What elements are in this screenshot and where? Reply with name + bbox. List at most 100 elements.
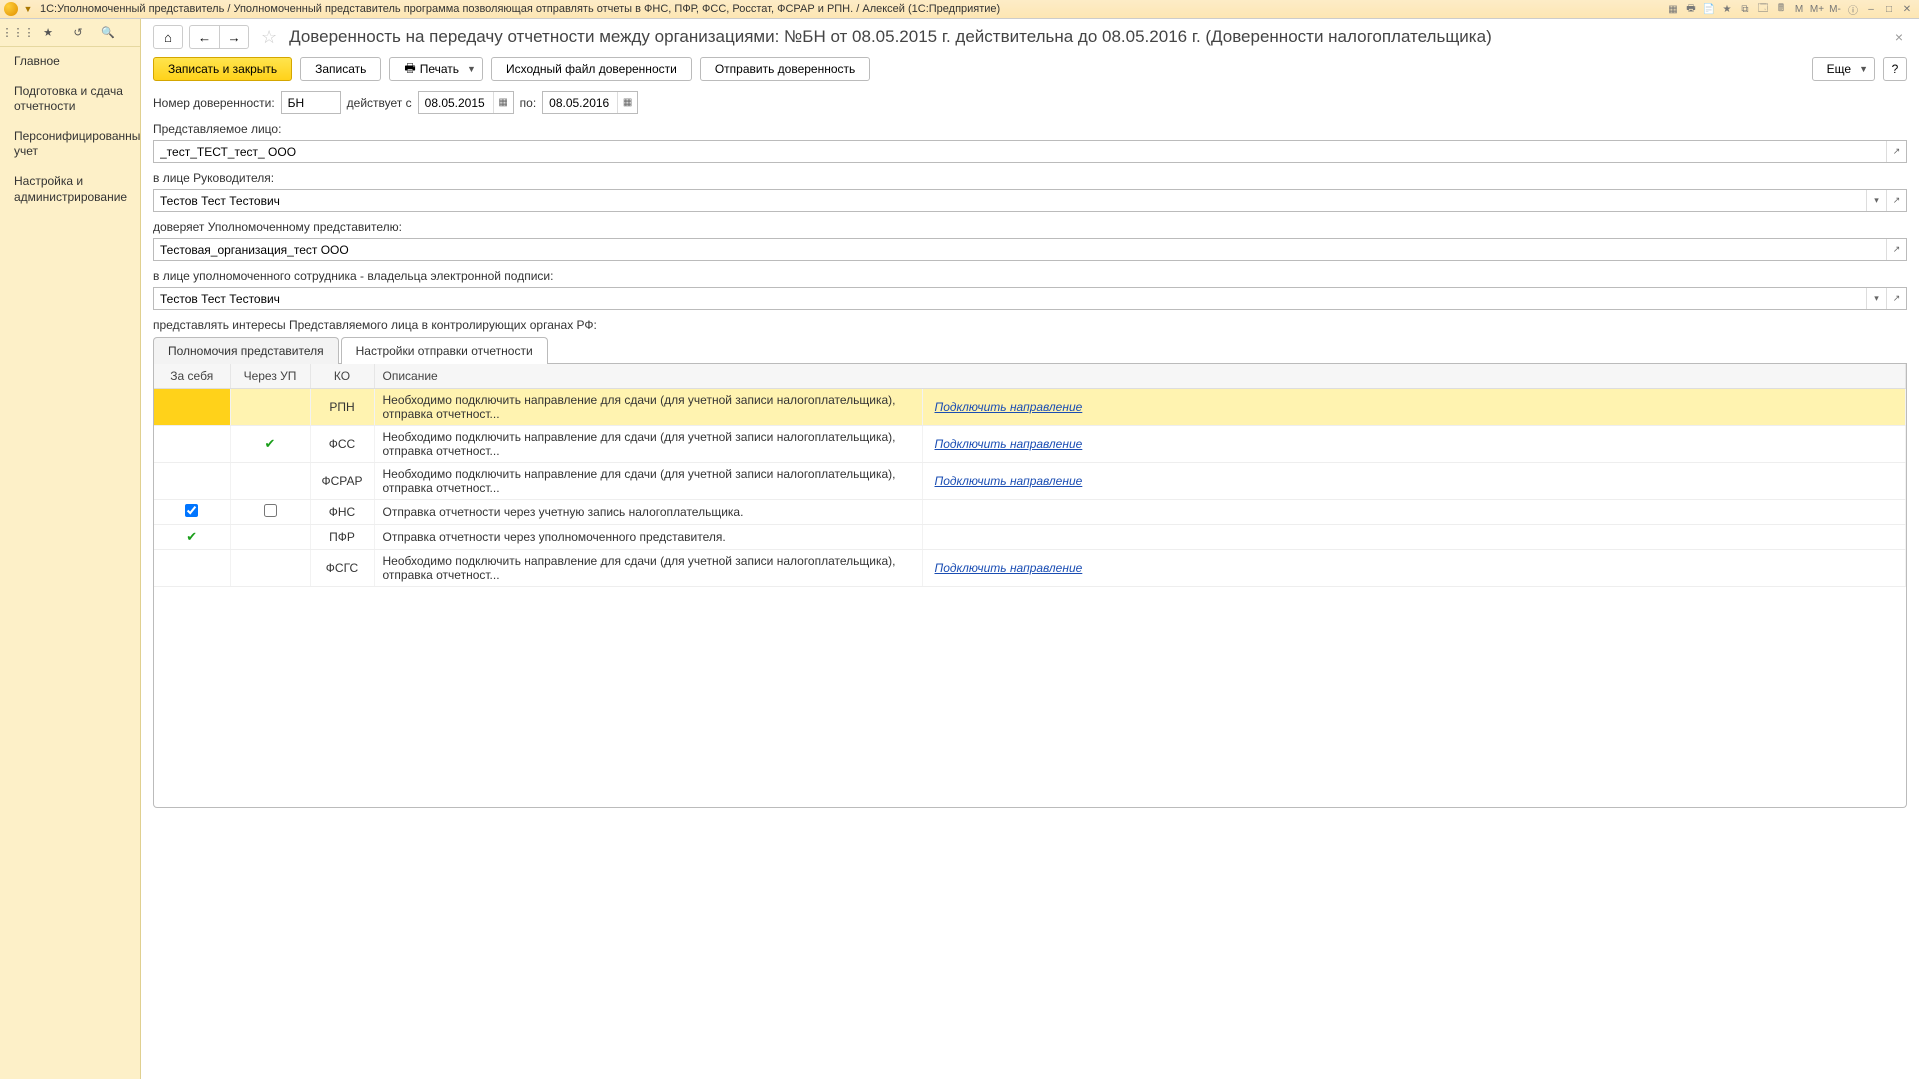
cell-via[interactable] (230, 525, 310, 550)
cell-via[interactable] (230, 500, 310, 525)
cell-action (922, 500, 1906, 525)
tb-icon-1[interactable]: ▦ (1665, 2, 1681, 16)
open-icon[interactable]: ↗ (1886, 288, 1906, 309)
cell-self[interactable] (154, 389, 230, 426)
app-menu-dropdown[interactable]: ▼ (22, 3, 34, 15)
emp-field: ▾ ↗ (153, 287, 1907, 310)
cell-via[interactable]: ✔ (230, 426, 310, 463)
page-close-icon[interactable]: × (1891, 29, 1907, 45)
th-ko[interactable]: КО (310, 364, 374, 389)
maximize-icon[interactable]: □ (1881, 2, 1897, 16)
number-input[interactable] (281, 91, 341, 114)
tb-icon-2[interactable]: 🖶 (1683, 2, 1699, 16)
favorite-star-icon[interactable]: ★ (40, 25, 56, 41)
checkbox[interactable] (185, 504, 198, 517)
cell-self[interactable]: ✔ (154, 525, 230, 550)
th-self[interactable]: За себя (154, 364, 230, 389)
cell-self[interactable] (154, 463, 230, 500)
connect-link[interactable]: Подключить направление (935, 400, 1083, 414)
open-icon[interactable]: ↗ (1886, 141, 1906, 162)
page-title: Доверенность на передачу отчетности межд… (289, 27, 1885, 47)
tb-icon-6[interactable]: 🗔 (1755, 2, 1771, 16)
dropdown-icon[interactable]: ▾ (1866, 190, 1886, 211)
sidebar-item-main[interactable]: Главное (0, 47, 140, 77)
close-icon[interactable]: ✕ (1899, 2, 1915, 16)
save-close-button[interactable]: Записать и закрыть (153, 57, 292, 81)
send-button[interactable]: Отправить доверенность (700, 57, 870, 81)
th-desc[interactable]: Описание (374, 364, 1906, 389)
calc-m[interactable]: M (1791, 2, 1807, 16)
cell-via[interactable] (230, 550, 310, 587)
chevron-down-icon: ▼ (467, 64, 476, 74)
nav-forward-button[interactable]: → (219, 25, 249, 49)
checkbox[interactable] (264, 504, 277, 517)
more-button[interactable]: Еще ▼ (1812, 57, 1875, 81)
open-icon[interactable]: ↗ (1886, 190, 1906, 211)
search-icon[interactable]: 🔍 (100, 25, 116, 41)
page-favorite-icon[interactable]: ☆ (261, 27, 277, 48)
org-input[interactable] (154, 141, 1886, 162)
cell-self[interactable] (154, 500, 230, 525)
rep-field: ↗ (153, 238, 1907, 261)
history-icon[interactable]: ↺ (70, 25, 86, 41)
tab-send-settings[interactable]: Настройки отправки отчетности (341, 337, 548, 364)
head-label: в лице Руководителя: (153, 171, 1907, 185)
minimize-icon[interactable]: – (1863, 2, 1879, 16)
cell-via[interactable] (230, 463, 310, 500)
sidebar-item-settings[interactable]: Настройка и администрирование (0, 167, 140, 212)
tab-powers[interactable]: Полномочия представителя (153, 337, 339, 364)
valid-from-input[interactable] (419, 92, 493, 113)
table-row[interactable]: ✔ФССНеобходимо подключить направление дл… (154, 426, 1906, 463)
number-row: Номер доверенности: действует с ▦ по: ▦ (153, 91, 1907, 114)
calc-mplus[interactable]: M+ (1809, 2, 1825, 16)
save-button[interactable]: Записать (300, 57, 381, 81)
sidebar-item-reporting[interactable]: Подготовка и сдача отчетности (0, 77, 140, 122)
connect-link[interactable]: Подключить направление (935, 561, 1083, 575)
cell-ko: ФСС (310, 426, 374, 463)
tb-icon-7[interactable]: 🖩 (1773, 2, 1789, 16)
home-button[interactable]: ⌂ (153, 25, 183, 49)
cell-action: Подключить направление (922, 550, 1906, 587)
cell-action (922, 525, 1906, 550)
cell-desc: Отправка отчетности через учетную запись… (374, 500, 922, 525)
source-file-button[interactable]: Исходный файл доверенности (491, 57, 692, 81)
table-row[interactable]: РПННеобходимо подключить направление для… (154, 389, 1906, 426)
valid-to-input[interactable] (543, 92, 617, 113)
valid-from-field: ▦ (418, 91, 514, 114)
menu-grid-icon[interactable]: ⋮⋮⋮ (10, 25, 26, 41)
calc-mminus[interactable]: M- (1827, 2, 1843, 16)
cell-via[interactable] (230, 389, 310, 426)
sidebar-item-personified[interactable]: Персонифицированный учет (0, 122, 140, 167)
calendar-icon[interactable]: ▦ (493, 92, 513, 113)
tb-icon-4[interactable]: ★ (1719, 2, 1735, 16)
connect-link[interactable]: Подключить направление (935, 437, 1083, 451)
calendar-icon[interactable]: ▦ (617, 92, 637, 113)
cell-desc: Отправка отчетности через уполномоченног… (374, 525, 922, 550)
emp-input[interactable] (154, 288, 1866, 309)
table-row[interactable]: ФНСОтправка отчетности через учетную зап… (154, 500, 1906, 525)
th-via[interactable]: Через УП (230, 364, 310, 389)
connect-link[interactable]: Подключить направление (935, 474, 1083, 488)
table-row[interactable]: ФСГСНеобходимо подключить направление дл… (154, 550, 1906, 587)
tb-icon-5[interactable]: ⧉ (1737, 2, 1753, 16)
chevron-down-icon: ▼ (1859, 64, 1868, 74)
number-label: Номер доверенности: (153, 96, 275, 110)
info-icon[interactable]: ⓘ (1845, 2, 1861, 16)
help-button[interactable]: ? (1883, 57, 1907, 81)
table-row[interactable]: ✔ПФРОтправка отчетности через уполномоче… (154, 525, 1906, 550)
head-input[interactable] (154, 190, 1866, 211)
open-icon[interactable]: ↗ (1886, 239, 1906, 260)
cell-desc: Необходимо подключить направление для сд… (374, 550, 922, 587)
cell-action: Подключить направление (922, 463, 1906, 500)
rep-input[interactable] (154, 239, 1886, 260)
table-row[interactable]: ФСРАРНеобходимо подключить направление д… (154, 463, 1906, 500)
print-button[interactable]: 🖶 Печать ▼ (389, 57, 483, 81)
cell-ko: ФСРАР (310, 463, 374, 500)
nav-back-button[interactable]: ← (189, 25, 219, 49)
emp-label: в лице уполномоченного сотрудника - влад… (153, 269, 1907, 283)
tb-icon-3[interactable]: 📄 (1701, 2, 1717, 16)
cell-self[interactable] (154, 426, 230, 463)
cell-self[interactable] (154, 550, 230, 587)
dropdown-icon[interactable]: ▾ (1866, 288, 1886, 309)
head-field: ▾ ↗ (153, 189, 1907, 212)
